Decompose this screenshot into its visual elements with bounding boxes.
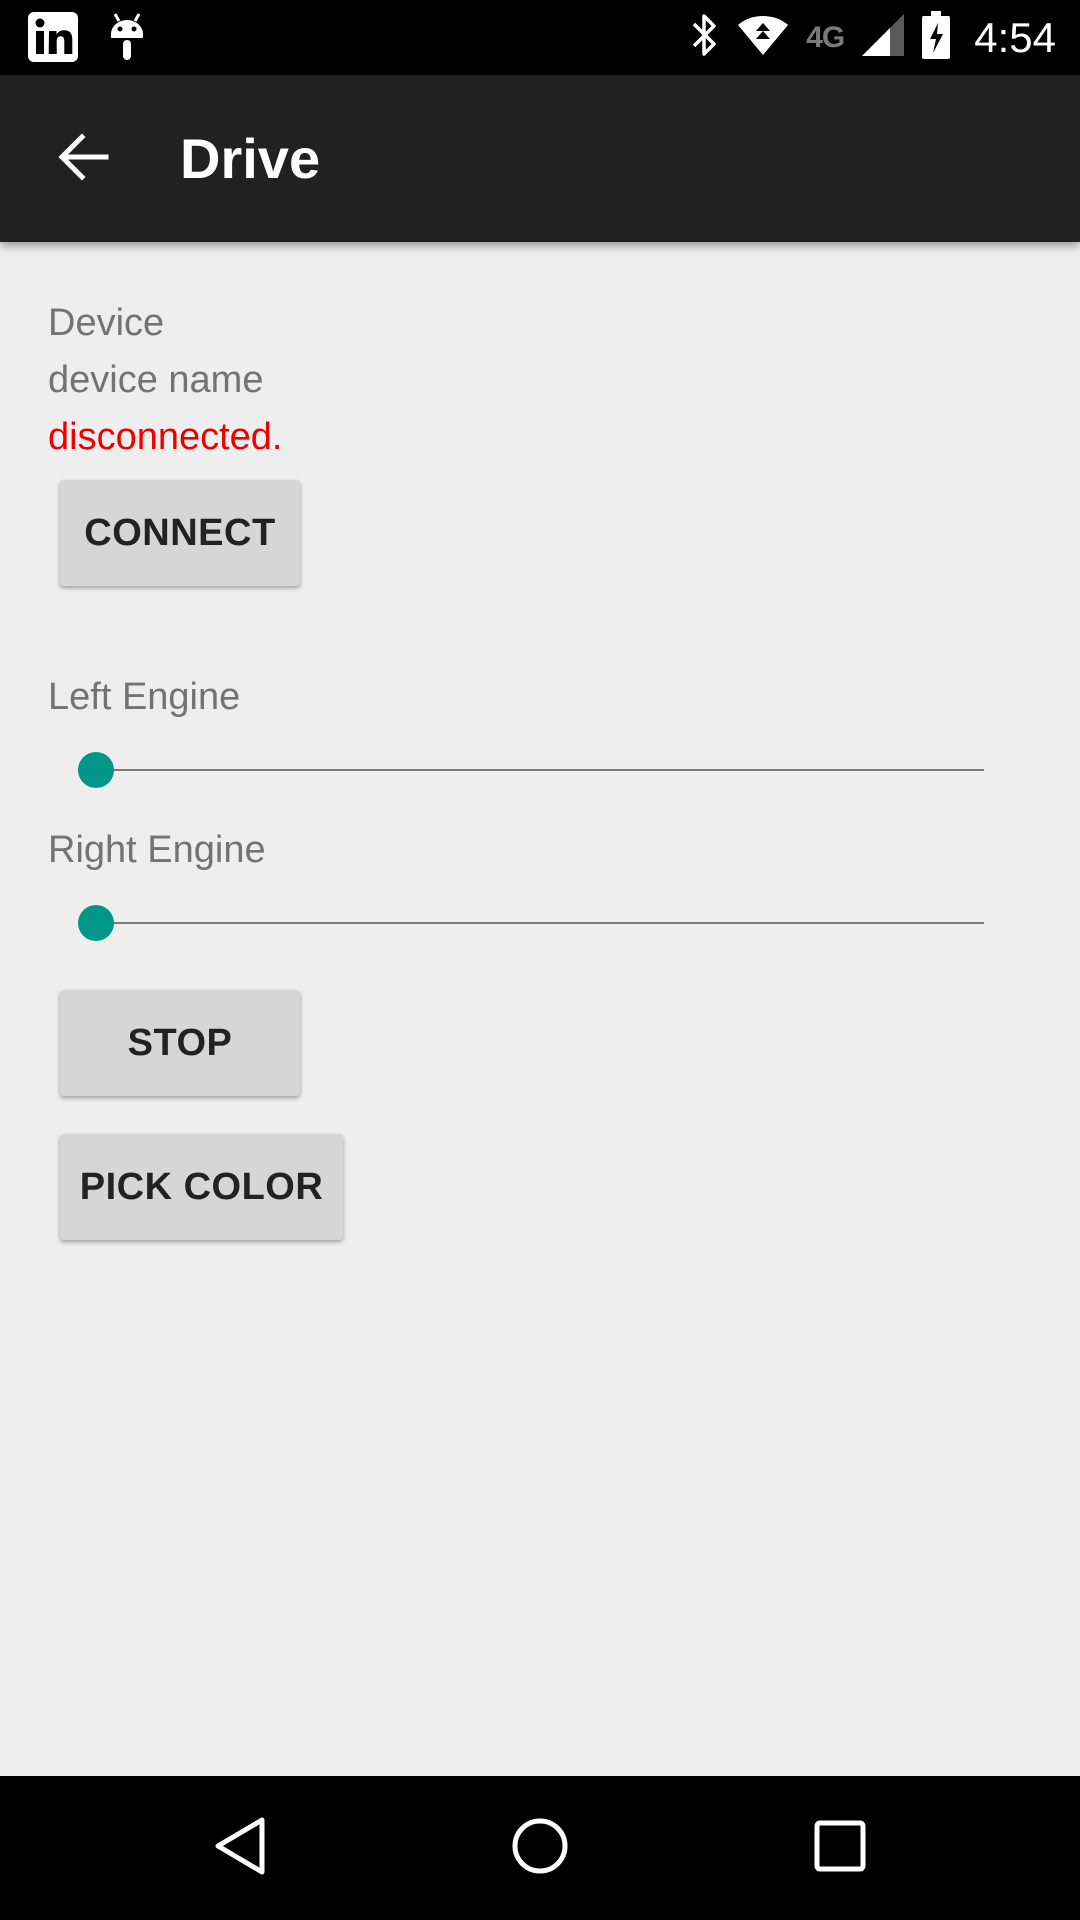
device-name: device name	[48, 359, 264, 401]
nav-back-button[interactable]	[204, 1812, 276, 1884]
slider-track	[96, 769, 984, 771]
pick-color-button[interactable]: PICK COLOR	[60, 1134, 343, 1240]
drive-content: Device device name disconnected. CONNECT…	[0, 242, 1080, 1776]
nav-recents-button[interactable]	[804, 1812, 876, 1884]
slider-track	[96, 922, 984, 924]
device-label: Device	[48, 302, 165, 344]
connection-status: disconnected.	[48, 416, 283, 458]
right-engine-slider[interactable]	[78, 899, 984, 947]
right-engine-label: Right Engine	[48, 829, 266, 871]
bluetooth-icon	[688, 12, 720, 63]
app-bar: Drive	[0, 75, 1080, 242]
network-type: 4G	[806, 20, 845, 54]
arrow-back-icon	[58, 132, 110, 186]
linkedin-icon	[28, 12, 78, 67]
slider-thumb[interactable]	[78, 752, 114, 788]
wifi-icon	[736, 13, 790, 62]
android-debug-icon	[108, 12, 146, 67]
status-time: 4:54	[974, 13, 1056, 61]
screen: 4G 4:54 Drive Device device name disconn…	[0, 0, 1080, 1920]
connect-button[interactable]: CONNECT	[60, 480, 300, 586]
signal-icon	[860, 12, 906, 63]
home-circle-icon	[511, 1817, 569, 1880]
slider-thumb[interactable]	[78, 905, 114, 941]
left-engine-slider[interactable]	[78, 746, 984, 794]
stop-button[interactable]: STOP	[60, 990, 300, 1096]
back-button[interactable]	[48, 123, 120, 195]
status-bar: 4G 4:54	[0, 0, 1080, 75]
page-title: Drive	[180, 127, 321, 190]
back-triangle-icon	[212, 1816, 268, 1881]
nav-home-button[interactable]	[504, 1812, 576, 1884]
recents-square-icon	[813, 1819, 867, 1878]
battery-charging-icon	[922, 11, 951, 64]
navigation-bar	[0, 1776, 1080, 1920]
left-engine-label: Left Engine	[48, 676, 241, 718]
